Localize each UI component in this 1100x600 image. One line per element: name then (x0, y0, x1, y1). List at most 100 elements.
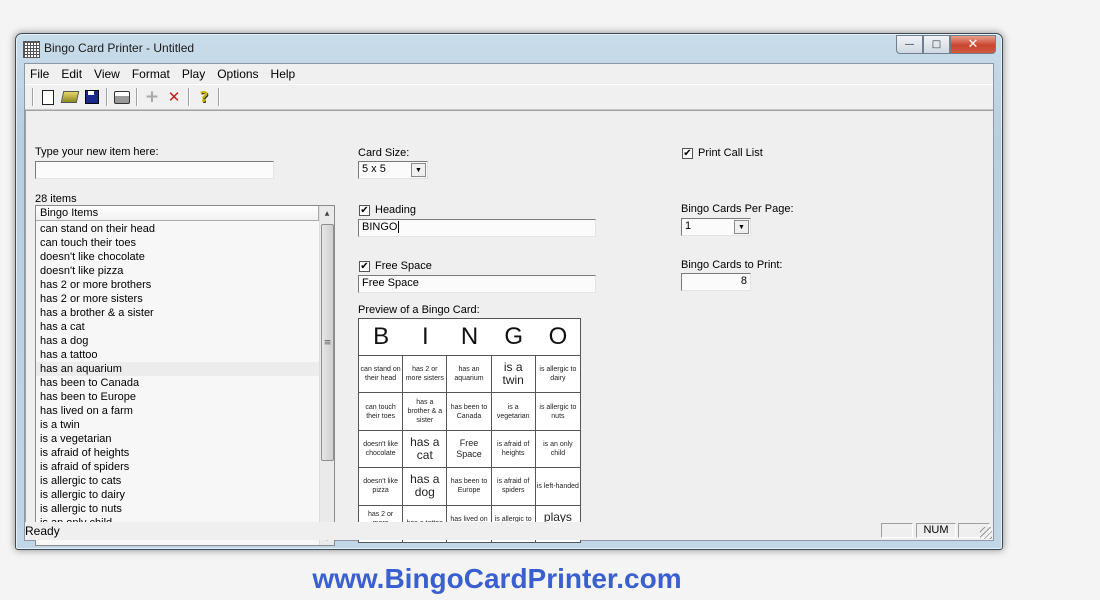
window-title: Bingo Card Printer - Untitled (44, 41, 195, 55)
resize-grip-icon[interactable] (980, 527, 992, 539)
list-column-header[interactable]: Bingo Items (36, 206, 319, 221)
bingo-heading-letter: G (504, 323, 524, 350)
scroll-up-arrow-icon[interactable]: ▲ (320, 206, 334, 220)
list-item[interactable]: has lived on a farm (36, 404, 319, 418)
list-item[interactable]: is afraid of spiders (36, 460, 319, 474)
print-call-list-label: Print Call List (698, 147, 763, 159)
minimize-button[interactable]: — (896, 35, 923, 54)
cards-per-page-value: 1 (685, 220, 692, 232)
maximize-button[interactable]: □ (923, 35, 950, 54)
floppy-disk-icon (85, 90, 99, 104)
bingo-cell: doesn't like chocolate (359, 429, 404, 468)
add-item-button[interactable]: + (141, 87, 163, 107)
list-item[interactable]: has 2 or more sisters (36, 292, 319, 306)
list-item[interactable]: has a dog (36, 334, 319, 348)
bingo-cell: is allergic to nuts (535, 392, 580, 429)
heading-input[interactable]: BINGO (358, 219, 596, 237)
help-question-icon: ? (199, 88, 209, 106)
list-item[interactable]: has an aquarium (36, 362, 319, 376)
plus-icon: + (144, 87, 160, 107)
bingo-cell: has a dog (403, 467, 448, 505)
status-text: Ready (25, 524, 60, 538)
list-item[interactable]: is allergic to dairy (36, 488, 319, 502)
list-item[interactable]: can touch their toes (36, 236, 319, 250)
scroll-thumb[interactable]: ≡ (321, 224, 334, 461)
list-item[interactable]: doesn't like chocolate (36, 250, 319, 264)
new-item-input[interactable] (35, 161, 274, 179)
menu-format[interactable]: Format (126, 67, 176, 81)
menu-file[interactable]: File (25, 67, 55, 81)
status-pane-caps (881, 523, 913, 538)
new-button[interactable] (37, 87, 59, 107)
toolbar-separator (218, 88, 220, 106)
dropdown-arrow-icon[interactable]: ▼ (734, 220, 749, 234)
bingo-cell: is afraid of heights (491, 429, 536, 468)
status-pane-num: NUM (916, 523, 956, 538)
cards-to-print-input[interactable]: 8 (681, 273, 751, 291)
bingo-cell: can stand on their head (359, 355, 404, 393)
bingo-items-list[interactable]: Bingo Items can stand on their head can t… (35, 205, 335, 546)
save-button[interactable] (81, 87, 103, 107)
bingo-cell: has 2 or more sisters (403, 355, 448, 393)
list-item[interactable]: doesn't like pizza (36, 264, 319, 278)
grip-icon: ≡ (323, 337, 332, 348)
new-item-label: Type your new item here: (35, 146, 159, 158)
bingo-cell: is a vegetarian (491, 392, 536, 430)
list-item[interactable]: has a brother & a sister (36, 306, 319, 320)
list-scrollbar[interactable]: ▲ ≡ ▼ (319, 206, 334, 545)
cards-per-page-label: Bingo Cards Per Page: (681, 203, 794, 215)
window-controls: — □ ✕ (896, 35, 996, 54)
delete-item-button[interactable]: ✕ (163, 87, 185, 107)
help-button[interactable]: ? (193, 87, 215, 107)
item-count-label: 28 items (35, 193, 77, 205)
print-call-list-checkbox[interactable]: ✔ (682, 148, 693, 159)
bingo-free-space-cell: Free Space (447, 429, 492, 468)
bingo-cell: is afraid of spiders (491, 467, 536, 505)
bingo-cell: has a cat (403, 429, 448, 468)
bingo-heading-letter: B (373, 323, 390, 350)
list-item[interactable]: has been to Europe (36, 390, 319, 404)
website-url: www.BingoCardPrinter.com (312, 563, 682, 594)
card-size-dropdown[interactable]: 5 x 5 ▼ (358, 161, 428, 179)
menu-options[interactable]: Options (211, 67, 264, 81)
bingo-heading-letter: N (460, 323, 479, 350)
heading-checkbox[interactable]: ✔ (359, 205, 370, 216)
free-space-input[interactable]: Free Space (358, 275, 596, 293)
card-size-value: 5 x 5 (362, 163, 386, 175)
list-item[interactable]: has a cat (36, 320, 319, 334)
dropdown-arrow-icon[interactable]: ▼ (411, 163, 426, 177)
close-button[interactable]: ✕ (950, 35, 996, 54)
bingo-grid-app-icon (23, 41, 40, 58)
toolbar-separator (136, 88, 138, 106)
open-folder-icon (60, 91, 80, 103)
toolbar-separator (32, 88, 34, 106)
list-item[interactable]: has been to Canada (36, 376, 319, 390)
title-bar[interactable]: Bingo Card Printer - Untitled — □ ✕ (16, 34, 1002, 62)
bingo-cell: is an only child (535, 429, 580, 467)
list-item[interactable]: is afraid of heights (36, 446, 319, 460)
cards-per-page-dropdown[interactable]: 1 ▼ (681, 218, 751, 236)
menu-edit[interactable]: Edit (55, 67, 88, 81)
preview-label: Preview of a Bingo Card: (358, 304, 480, 316)
bingo-cell: is left-handed (535, 467, 580, 504)
list-item[interactable]: can stand on their head (36, 222, 319, 236)
free-space-label: Free Space (375, 260, 432, 272)
list-item[interactable]: is allergic to cats (36, 474, 319, 488)
list-item[interactable]: has 2 or more brothers (36, 278, 319, 292)
menu-view[interactable]: View (88, 67, 126, 81)
open-button[interactable] (59, 87, 81, 107)
list-item[interactable]: is allergic to nuts (36, 502, 319, 516)
new-document-icon (42, 89, 54, 105)
bingo-heading-letter: I (421, 323, 429, 350)
card-size-label: Card Size: (358, 147, 410, 159)
menu-play[interactable]: Play (176, 67, 211, 81)
free-space-checkbox[interactable]: ✔ (359, 261, 370, 272)
list-item[interactable]: is a vegetarian (36, 432, 319, 446)
list-item[interactable]: is a twin (36, 418, 319, 432)
print-button[interactable] (111, 87, 133, 107)
text-cursor (398, 221, 400, 233)
bingo-card-preview: B I N G Ocan stand on their head has 2 or mor… (358, 318, 581, 543)
status-bar: Ready NUM (25, 522, 993, 540)
list-item[interactable]: has a tattoo (36, 348, 319, 362)
menu-help[interactable]: Help (265, 67, 302, 81)
